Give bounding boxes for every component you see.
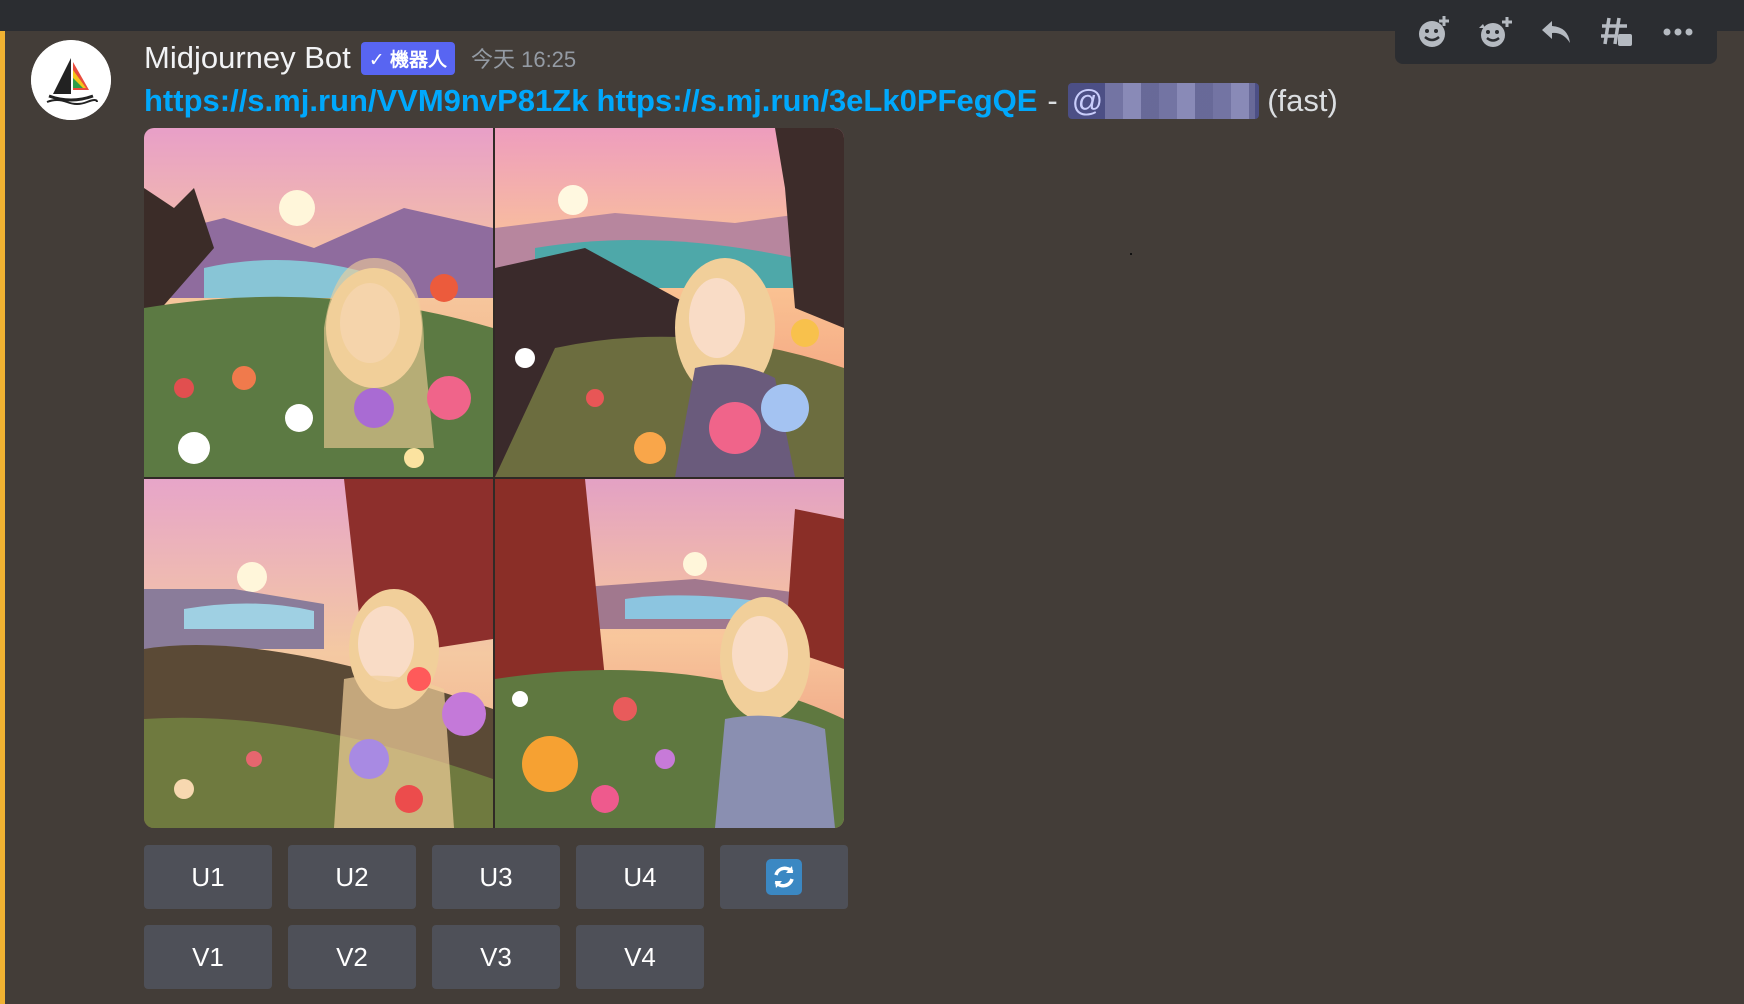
reply-icon[interactable] <box>1534 10 1578 54</box>
speed-mode: (fast) <box>1267 83 1338 118</box>
timestamp[interactable]: 今天 16:25 <box>471 42 576 74</box>
avatar[interactable] <box>31 40 111 120</box>
stray-pixel <box>1130 253 1132 255</box>
grid-image-2[interactable] <box>495 128 844 477</box>
create-thread-icon[interactable] <box>1595 10 1639 54</box>
add-super-reaction-icon[interactable] <box>1473 10 1517 54</box>
grid-image-1[interactable] <box>144 128 493 477</box>
v4-button[interactable]: V4 <box>576 925 704 989</box>
separator: - <box>1047 83 1058 118</box>
upscale-buttons: U1 U2 U3 U4 <box>144 845 848 909</box>
u2-button[interactable]: U2 <box>288 845 416 909</box>
bot-badge: ✓ 機器人 <box>360 41 455 75</box>
message-content: https://s.mj.run/VVM9nvP81Zk https://s.m… <box>144 80 1338 122</box>
u1-button[interactable]: U1 <box>144 845 272 909</box>
v2-button[interactable]: V2 <box>288 925 416 989</box>
prompt-link-2[interactable]: https://s.mj.run/3eLk0PFegQE <box>596 83 1037 119</box>
v1-button[interactable]: V1 <box>144 925 272 989</box>
midjourney-logo-icon <box>31 40 111 120</box>
grid-image-4[interactable] <box>495 479 844 828</box>
v3-button[interactable]: V3 <box>432 925 560 989</box>
variation-buttons: V1 V2 V3 V4 <box>144 925 704 989</box>
user-mention[interactable]: @ <box>1067 83 1260 119</box>
u4-button[interactable]: U4 <box>576 845 704 909</box>
message-toolbar <box>1395 0 1717 64</box>
reroll-button[interactable] <box>720 845 848 909</box>
u3-button[interactable]: U3 <box>432 845 560 909</box>
image-grid[interactable] <box>144 128 844 828</box>
redacted-username <box>1105 83 1256 119</box>
mention-highlight-bar <box>0 31 5 1004</box>
grid-image-3[interactable] <box>144 479 493 828</box>
author-name[interactable]: Midjourney Bot <box>144 40 351 76</box>
prompt-link-1[interactable]: https://s.mj.run/VVM9nvP81Zk <box>144 83 588 119</box>
more-icon[interactable] <box>1656 10 1700 54</box>
mention-at: @ <box>1071 83 1104 118</box>
message-header: Midjourney Bot ✓ 機器人 今天 16:25 <box>144 38 576 78</box>
refresh-icon <box>766 859 802 895</box>
add-reaction-icon[interactable] <box>1412 10 1456 54</box>
